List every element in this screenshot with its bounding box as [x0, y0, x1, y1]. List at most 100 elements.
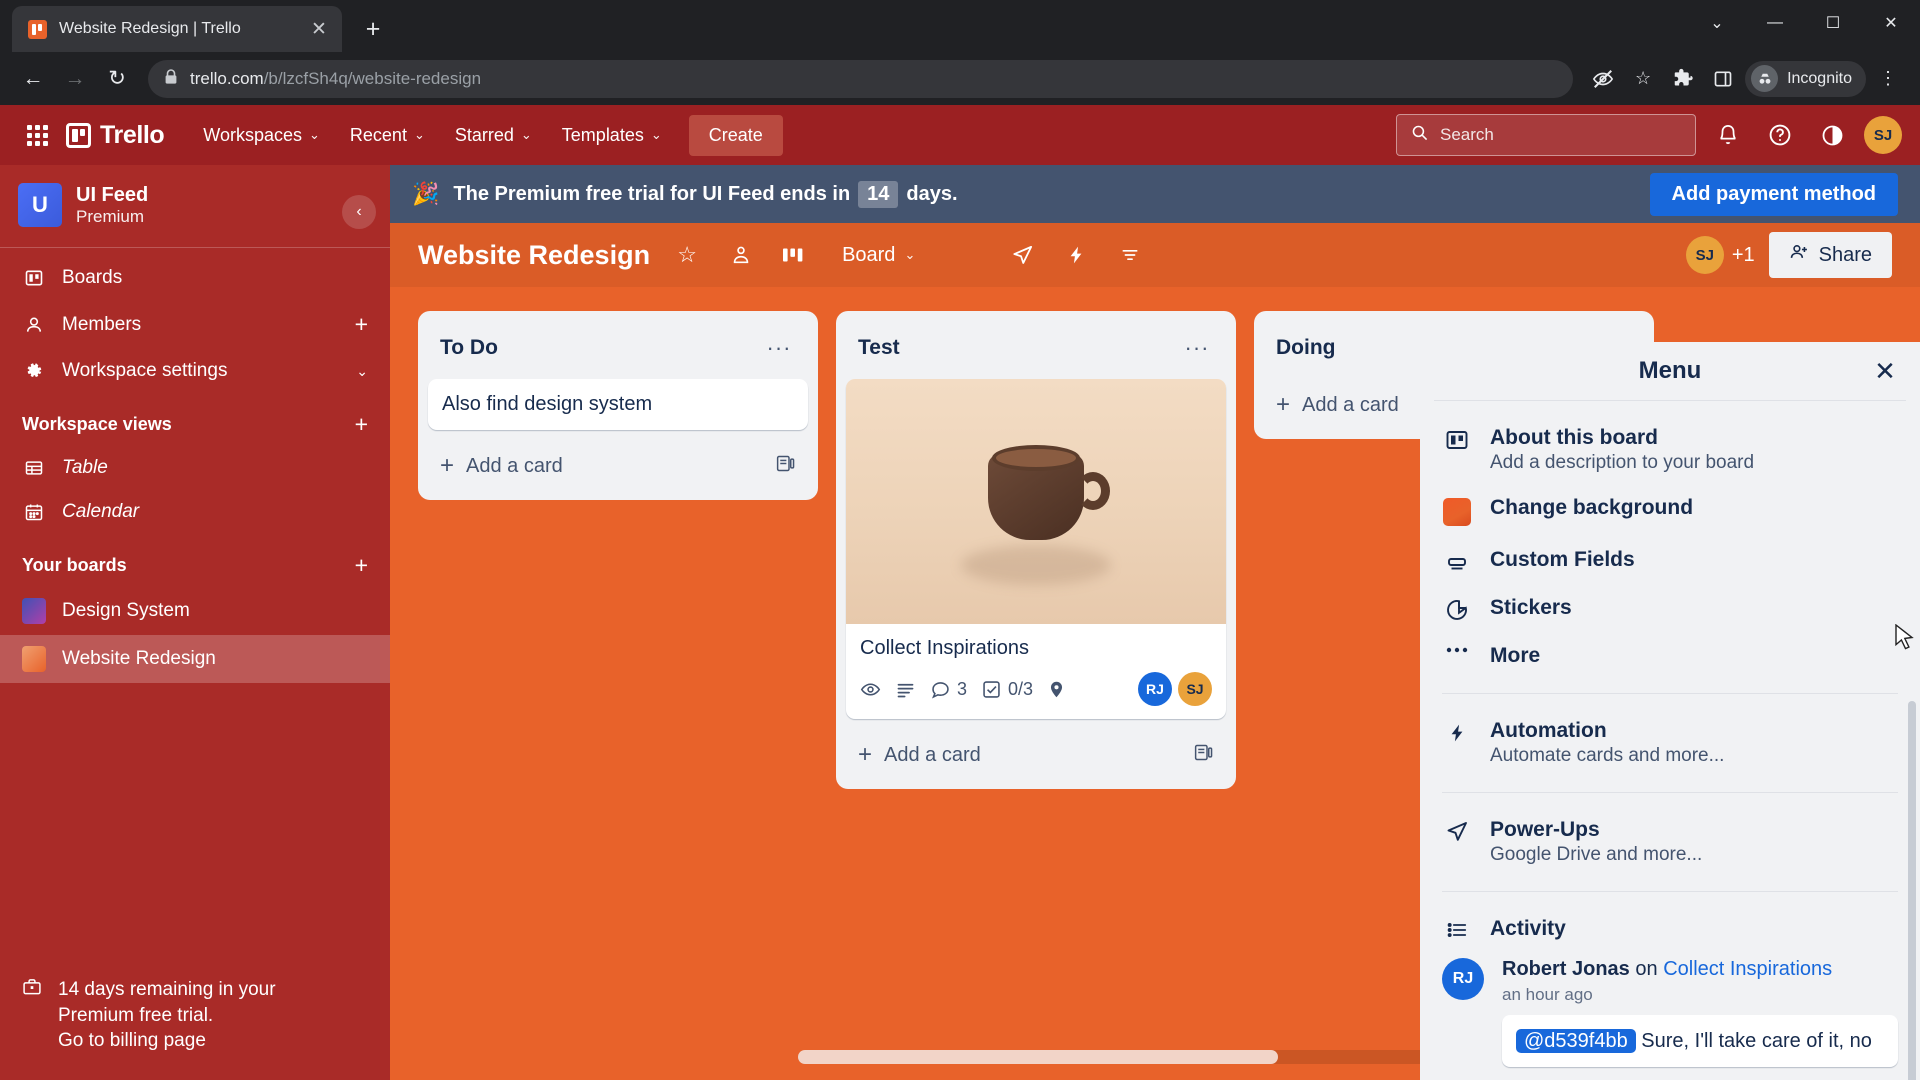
people-icon[interactable] — [724, 238, 758, 272]
extensions-icon[interactable] — [1665, 61, 1701, 97]
menu-item-stickers[interactable]: Stickers — [1420, 585, 1920, 633]
board-members[interactable]: SJ +1 — [1685, 236, 1755, 274]
add-card-button[interactable]: + Add a card — [428, 440, 808, 492]
help-icon[interactable] — [1760, 115, 1800, 155]
trello-logo-mark-icon — [66, 122, 91, 148]
card-body: Collect Inspirations 3 0/3 RJ SJ — [846, 624, 1226, 719]
menu-item-about-this-board[interactable]: About this board Add a description to yo… — [1420, 415, 1920, 485]
incognito-profile-button[interactable]: Incognito — [1745, 60, 1866, 97]
card-template-icon[interactable] — [775, 453, 796, 480]
chevron-down-icon[interactable]: ⌄ — [356, 363, 368, 380]
card[interactable]: Also find design system — [428, 379, 808, 430]
menu-item-power-ups[interactable]: Power-Ups Google Drive and more... — [1420, 807, 1920, 877]
card-member-avatar[interactable]: SJ — [1178, 672, 1212, 706]
bookmark-star-icon[interactable]: ☆ — [1625, 61, 1661, 97]
activity-comment[interactable]: @d539f4bb Sure, I'll take care of it, no — [1502, 1015, 1898, 1067]
menu-item-change-background[interactable]: Change background — [1420, 485, 1920, 537]
list-to-do: To Do ··· Also find design system + Add … — [418, 311, 818, 500]
address-bar[interactable]: trello.com/b/lzcfSh4q/website-redesign — [148, 59, 1574, 98]
menu-scrollbar[interactable] — [1908, 701, 1916, 1080]
close-tab-icon[interactable]: ✕ — [306, 16, 332, 42]
add-payment-method-button[interactable]: Add payment method — [1649, 172, 1898, 216]
board-view-switcher[interactable]: Board ⌄ — [832, 238, 925, 273]
search-input[interactable]: Search — [1396, 114, 1696, 156]
card-member-avatar[interactable]: RJ — [1138, 672, 1172, 706]
trial-line-3[interactable]: Go to billing page — [58, 1030, 206, 1051]
share-button[interactable]: Share — [1768, 232, 1892, 278]
sidebar-item-members[interactable]: Members + — [0, 300, 390, 349]
rocket-icon[interactable] — [1005, 238, 1039, 272]
nav-templates[interactable]: Templates ⌄ — [549, 117, 675, 154]
window-chevron-button[interactable]: ⌄ — [1688, 0, 1746, 46]
list-menu-icon[interactable]: ··· — [1180, 331, 1214, 365]
add-view-button[interactable]: + — [355, 411, 368, 438]
list-menu-icon[interactable]: ··· — [762, 331, 796, 365]
watch-eye-icon[interactable] — [860, 679, 881, 700]
menu-item-automation[interactable]: Automation Automate cards and more... — [1420, 708, 1920, 778]
banner-text-after: days. — [906, 182, 958, 205]
extra-members-count: +1 — [1731, 243, 1755, 266]
sidebar-trial-footer[interactable]: 14 days remaining in your Premium free t… — [0, 955, 390, 1080]
window-close-button[interactable]: ✕ — [1862, 0, 1920, 46]
app-grid-icon[interactable] — [18, 116, 56, 154]
browser-menu-icon[interactable]: ⋮ — [1870, 61, 1906, 97]
workspace-header[interactable]: U UI Feed Premium ‹ — [0, 165, 390, 245]
browser-tab[interactable]: Website Redesign | Trello ✕ — [12, 6, 342, 52]
activity-card-link[interactable]: Collect Inspirations — [1663, 958, 1832, 980]
bolt-icon[interactable] — [1059, 238, 1093, 272]
side-panel-icon[interactable] — [1705, 61, 1741, 97]
eye-slash-icon[interactable] — [1585, 61, 1621, 97]
card[interactable]: Collect Inspirations 3 0/3 RJ SJ — [846, 379, 1226, 719]
reload-button[interactable]: ↻ — [98, 60, 136, 98]
activity-avatar[interactable]: RJ — [1442, 958, 1484, 1000]
board-header: Website Redesign ☆ Board ⌄ SJ +1 Share — [390, 223, 1920, 287]
add-card-button[interactable]: + Add a card — [846, 729, 1226, 781]
star-icon[interactable]: ☆ — [670, 238, 704, 272]
add-board-button[interactable]: + — [355, 552, 368, 579]
comments-badge: 3 — [930, 679, 967, 700]
card-members: RJ SJ — [1138, 672, 1212, 706]
window-minimize-button[interactable]: — — [1746, 0, 1804, 46]
lock-icon — [164, 69, 178, 88]
board-swatch-icon — [22, 598, 46, 624]
new-tab-button[interactable]: + — [356, 12, 390, 46]
board-member-avatar[interactable]: SJ — [1685, 236, 1724, 274]
close-icon[interactable]: ✕ — [1866, 352, 1904, 390]
nav-starred[interactable]: Starred ⌄ — [442, 117, 545, 154]
scrollbar-thumb[interactable] — [798, 1050, 1278, 1064]
forward-button[interactable]: → — [56, 60, 94, 98]
url-path: /b/lzcfSh4q/website-redesign — [263, 68, 482, 88]
menu-item-custom-fields[interactable]: Custom Fields — [1420, 537, 1920, 585]
trello-logo[interactable]: Trello — [66, 121, 165, 150]
trello-favicon-icon — [28, 19, 47, 39]
contrast-icon[interactable] — [1812, 115, 1852, 155]
back-button[interactable]: ← — [14, 60, 52, 98]
sidebar-board-website-redesign[interactable]: Website Redesign — [0, 635, 390, 683]
sidebar-item-workspace-settings[interactable]: Workspace settings ⌄ — [0, 349, 390, 393]
create-button[interactable]: Create — [688, 114, 783, 156]
card-template-icon[interactable] — [1193, 742, 1214, 769]
activity-timestamp: an hour ago — [1502, 985, 1593, 1004]
bell-icon[interactable] — [1708, 115, 1748, 155]
add-member-button[interactable]: + — [355, 311, 368, 338]
menu-item-more[interactable]: More — [1420, 633, 1920, 679]
filter-icon[interactable] — [1113, 238, 1147, 272]
board-view-label: Board — [842, 243, 896, 266]
workspace-logo: U — [18, 183, 62, 227]
list-header: Test ··· — [846, 321, 1226, 379]
board-horizontal-scrollbar[interactable] — [798, 1050, 1520, 1064]
sidebar-board-design-system[interactable]: Design System — [0, 587, 390, 635]
sidebar-item-boards[interactable]: Boards — [0, 256, 390, 300]
user-avatar[interactable]: SJ — [1864, 116, 1902, 154]
collapse-sidebar-button[interactable]: ‹ — [342, 195, 376, 229]
chevron-down-icon: ⌄ — [309, 127, 320, 142]
sidebar-item-calendar[interactable]: Calendar — [0, 490, 390, 534]
nav-recent[interactable]: Recent ⌄ — [337, 117, 438, 154]
nav-workspaces[interactable]: Workspaces ⌄ — [190, 117, 333, 154]
board-view-icon[interactable] — [778, 238, 812, 272]
sidebar-item-label: Workspace settings — [62, 360, 228, 381]
window-maximize-button[interactable]: ☐ — [1804, 0, 1862, 46]
mention-chip[interactable]: @d539f4bb — [1516, 1029, 1636, 1053]
menu-item-label: About this board — [1490, 426, 1658, 449]
sidebar-item-table[interactable]: Table — [0, 446, 390, 490]
